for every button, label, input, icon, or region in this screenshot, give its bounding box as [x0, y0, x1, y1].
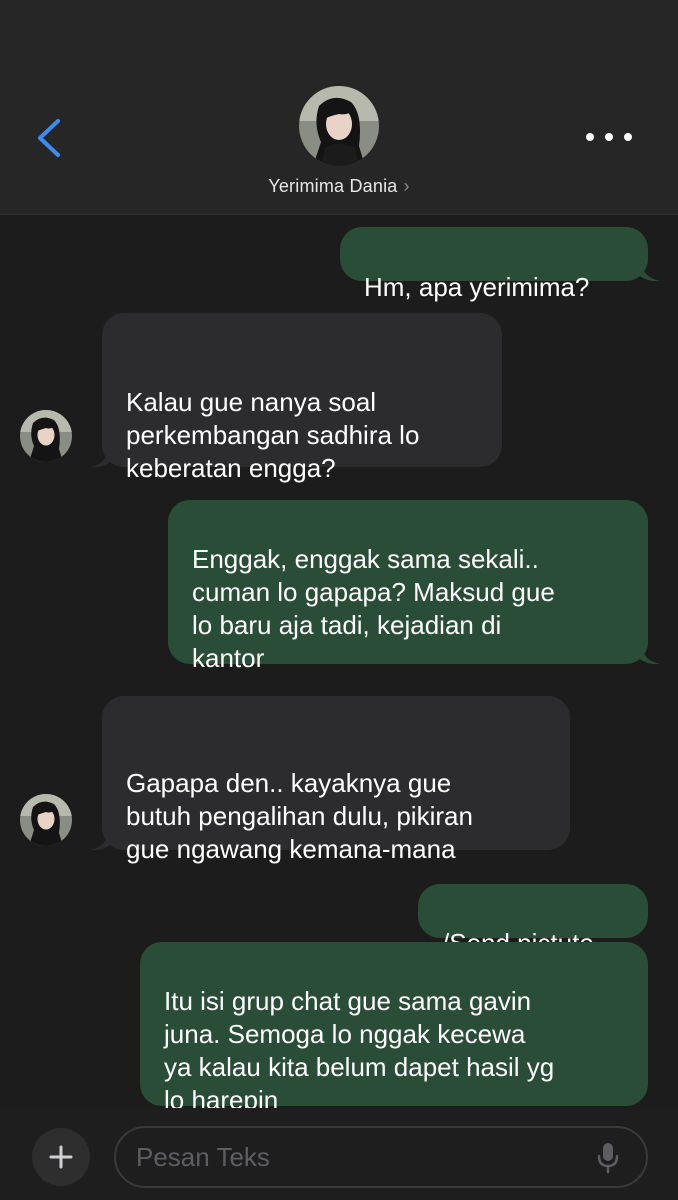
bubble-tail: [90, 831, 110, 851]
plus-icon: [49, 1145, 73, 1169]
bubble-tail: [640, 262, 660, 282]
more-options-button[interactable]: [586, 120, 632, 154]
sender-avatar[interactable]: [20, 794, 72, 846]
chevron-left-icon: [38, 119, 60, 157]
contact-name-button[interactable]: Yerimima Dania ›: [0, 176, 678, 197]
bubble-tail: [90, 448, 110, 468]
message-bubble-incoming[interactable]: Gapapa den.. kayaknya gue butuh pengalih…: [102, 696, 570, 864]
contact-avatar[interactable]: [299, 86, 379, 166]
message-bubble-outgoing[interactable]: Enggak, enggak sama sekali.. cuman lo ga…: [168, 500, 648, 673]
avatar-photo: [299, 86, 379, 166]
contact-name: Yerimima Dania: [268, 176, 398, 196]
back-button[interactable]: [30, 115, 70, 161]
message-text: Kalau gue nanya soal perkembangan sadhir…: [126, 387, 420, 483]
message-text: Itu isi grup chat gue sama gavin juna. S…: [164, 986, 555, 1115]
message-bubble-incoming[interactable]: Kalau gue nanya soal perkembangan sadhir…: [102, 313, 502, 483]
conversation-header: Yerimima Dania ›: [0, 0, 678, 215]
avatar-photo: [20, 410, 72, 462]
message-bubble-outgoing[interactable]: Hm, apa yerimima?: [340, 227, 648, 302]
chevron-right-icon: ›: [403, 176, 410, 196]
message-input[interactable]: [114, 1126, 648, 1188]
add-attachment-button[interactable]: [32, 1128, 90, 1186]
dictation-button[interactable]: [596, 1142, 620, 1174]
microphone-icon: [597, 1143, 619, 1174]
avatar-photo: [20, 794, 72, 846]
ellipsis-icon: [586, 133, 594, 141]
message-bubble-outgoing[interactable]: Itu isi grup chat gue sama gavin juna. S…: [140, 942, 648, 1115]
message-text: Gapapa den.. kayaknya gue butuh pengalih…: [126, 768, 473, 864]
sender-avatar[interactable]: [20, 410, 72, 462]
bubble-tail: [640, 645, 660, 665]
message-text: Hm, apa yerimima?: [364, 272, 590, 302]
message-text: Enggak, enggak sama sekali.. cuman lo ga…: [192, 544, 555, 673]
message-bubble-outgoing[interactable]: /Send pictute: [418, 884, 648, 958]
